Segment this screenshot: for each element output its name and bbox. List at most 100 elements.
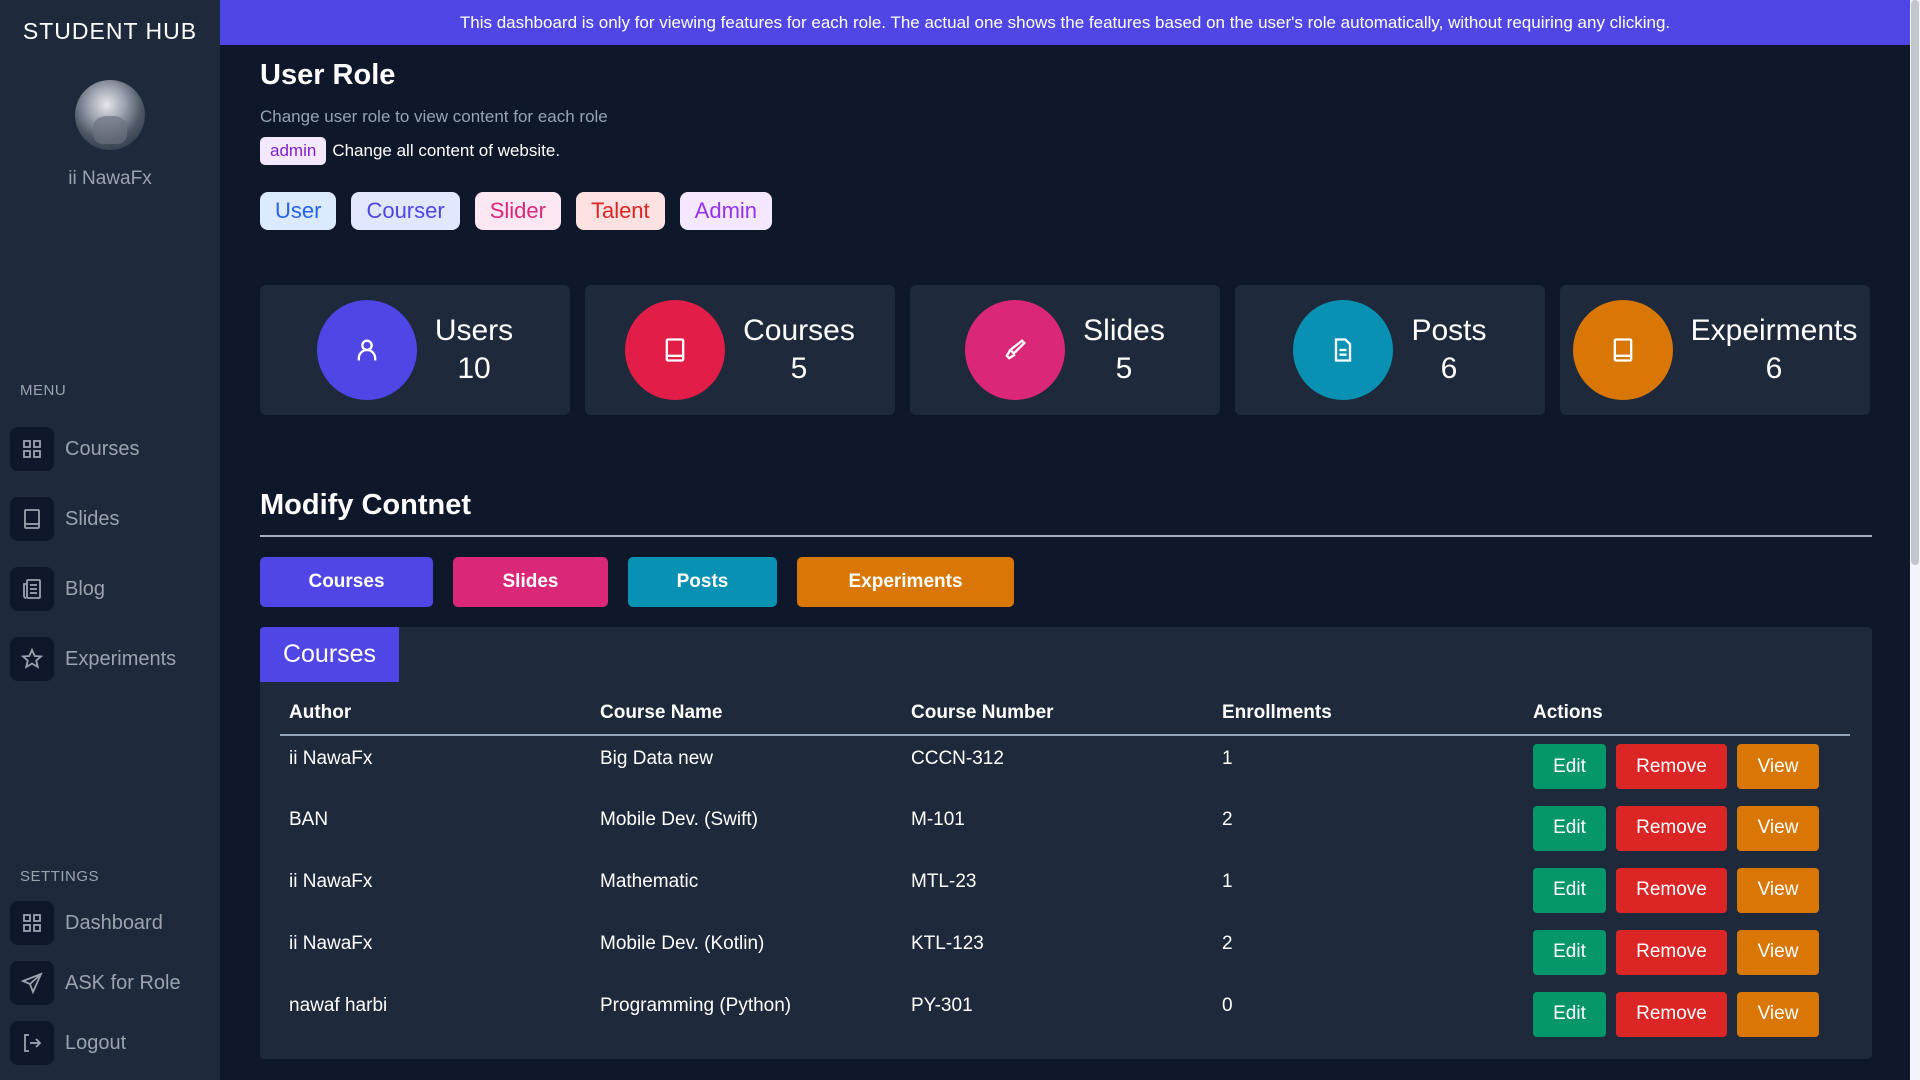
cell-course-name: Big Data new — [600, 748, 714, 769]
tab-posts[interactable]: Posts — [628, 557, 777, 607]
page-title: User Role — [260, 59, 396, 91]
cell-course-name: Mobile Dev. (Swift) — [600, 809, 759, 830]
stat-label: Slides — [1083, 314, 1165, 347]
stat-value: 6 — [1765, 352, 1783, 385]
book-icon — [10, 497, 54, 541]
user-icon — [316, 300, 417, 400]
remove-button[interactable]: Remove — [1616, 929, 1727, 975]
tab-courses[interactable]: Courses — [260, 557, 433, 607]
tab-slides[interactable]: Slides — [453, 557, 608, 607]
column-header: Course Number — [902, 692, 1213, 736]
remove-button[interactable]: Remove — [1616, 744, 1727, 789]
sidebar-item-label: Courses — [65, 437, 140, 460]
sidebar-item-blog[interactable]: Blog — [10, 565, 105, 613]
sidebar-item-label: Dashboard — [65, 911, 163, 934]
view-button[interactable]: View — [1737, 991, 1819, 1037]
cell-course-number: M-101 — [911, 809, 965, 830]
role-button-talent[interactable]: Talent — [575, 192, 665, 230]
settings-section-label: SETTINGS — [20, 868, 100, 885]
sidebar-item-label: Slides — [65, 507, 120, 530]
sidebar-item-logout[interactable]: Logout — [10, 1019, 126, 1067]
content-tabs: Courses Slides Posts Experiments — [260, 557, 1014, 607]
logout-icon — [10, 1021, 54, 1065]
section-title: Modify Contnet — [260, 489, 472, 521]
role-badge: admin — [260, 137, 327, 165]
edit-button[interactable]: Edit — [1533, 744, 1606, 789]
cell-author: BAN — [289, 809, 329, 830]
courses-panel: Courses Author Course Name Course Number… — [260, 627, 1872, 1059]
sidebar-item-label: Blog — [65, 577, 106, 600]
page-subtitle: Change user role to view content for eac… — [260, 107, 608, 126]
sidebar-item-label: Logout — [65, 1031, 127, 1054]
sidebar-item-ask-for-role[interactable]: ASK for Role — [10, 959, 181, 1007]
stat-label: Users — [434, 314, 514, 347]
table-row: BAN Mobile Dev. (Swift) M-101 2 Edit Rem… — [280, 797, 1850, 859]
column-header: Enrollments — [1213, 692, 1524, 736]
scrollbar-thumb[interactable] — [1911, 0, 1919, 565]
stats-row: Users 10 Courses 5 Slides 5 Posts 6 Expe… — [260, 285, 1870, 415]
divider — [260, 535, 1872, 537]
cell-author: nawaf harbi — [289, 995, 388, 1016]
cell-course-number: MTL-23 — [911, 871, 977, 892]
brush-icon — [965, 300, 1066, 400]
sidebar-item-experiments[interactable]: Experiments — [10, 635, 176, 683]
remove-button[interactable]: Remove — [1616, 805, 1727, 851]
sidebar-item-dashboard[interactable]: Dashboard — [10, 899, 163, 947]
cell-author: ii NawaFx — [289, 871, 373, 892]
table-header-row: Author Course Name Course Number Enrollm… — [280, 692, 1850, 736]
column-header: Course Name — [591, 692, 902, 736]
role-button-user[interactable]: User — [260, 192, 337, 230]
table-row: ii NawaFx Big Data new CCCN-312 1 Edit R… — [280, 735, 1850, 797]
table-row: ii NawaFx Mobile Dev. (Kotlin) KTL-123 2… — [280, 921, 1850, 983]
role-button-admin[interactable]: Admin — [679, 192, 773, 230]
view-button[interactable]: View — [1737, 929, 1819, 975]
edit-button[interactable]: Edit — [1533, 929, 1606, 975]
panel-title: Courses — [260, 627, 399, 682]
cell-enrollments: 2 — [1222, 809, 1233, 830]
sidebar-item-label: Experiments — [65, 647, 177, 670]
book-icon — [625, 300, 726, 400]
send-icon — [10, 961, 54, 1005]
menu-section-label: MENU — [20, 382, 67, 399]
grid-icon — [10, 427, 54, 471]
remove-button[interactable]: Remove — [1616, 867, 1727, 913]
view-button[interactable]: View — [1737, 744, 1819, 789]
view-button[interactable]: View — [1737, 867, 1819, 913]
cell-course-name: Programming (Python) — [600, 995, 792, 1016]
grid-icon — [10, 901, 54, 945]
newspaper-icon — [10, 567, 54, 611]
edit-button[interactable]: Edit — [1533, 805, 1606, 851]
column-header: Actions — [1524, 692, 1850, 736]
cell-course-name: Mathematic — [600, 871, 699, 892]
stat-label: Posts — [1411, 314, 1487, 347]
avatar[interactable] — [75, 80, 145, 150]
role-button-slider[interactable]: Slider — [474, 192, 561, 230]
table-row: ii NawaFx Mathematic MTL-23 1 Edit Remov… — [280, 859, 1850, 921]
stat-value: 5 — [790, 352, 808, 385]
stat-value: 6 — [1440, 352, 1458, 385]
stat-card-experiments: Expeirments 6 — [1560, 285, 1870, 415]
remove-button[interactable]: Remove — [1616, 991, 1727, 1037]
current-role: admin Change all content of website. — [260, 137, 560, 165]
cell-course-name: Mobile Dev. (Kotlin) — [600, 933, 765, 954]
username: ii NawaFx — [68, 168, 152, 189]
sidebar-item-slides[interactable]: Slides — [10, 495, 119, 543]
stat-card-users: Users 10 — [260, 285, 570, 415]
sidebar-item-courses[interactable]: Courses — [10, 425, 139, 473]
role-description: Change all content of website. — [332, 141, 561, 160]
edit-button[interactable]: Edit — [1533, 867, 1606, 913]
stat-value: 5 — [1115, 352, 1133, 385]
cell-author: ii NawaFx — [289, 933, 373, 954]
edit-button[interactable]: Edit — [1533, 991, 1606, 1037]
cell-course-number: PY-301 — [911, 995, 973, 1016]
sidebar-item-label: ASK for Role — [65, 971, 181, 994]
sidebar: STUDENT HUB ii NawaFx MENU Courses Slide… — [0, 0, 220, 1080]
view-button[interactable]: View — [1737, 805, 1819, 851]
role-button-courser[interactable]: Courser — [351, 192, 460, 230]
stat-label: Expeirments — [1690, 314, 1858, 347]
role-switcher: User Courser Slider Talent Admin — [260, 192, 773, 230]
tab-experiments[interactable]: Experiments — [797, 557, 1014, 607]
cell-enrollments: 1 — [1222, 871, 1233, 892]
info-banner: This dashboard is only for viewing featu… — [220, 0, 1910, 45]
stat-card-slides: Slides 5 — [910, 285, 1220, 415]
